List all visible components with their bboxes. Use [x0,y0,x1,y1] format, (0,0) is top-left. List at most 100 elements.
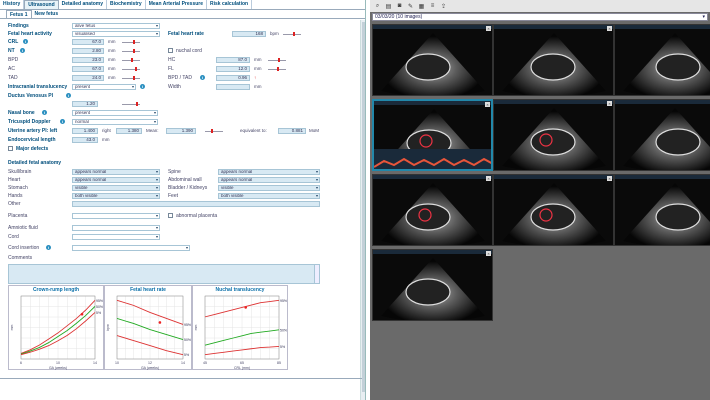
ductus-info-icon[interactable]: i [66,93,71,98]
ultrasound-thumbnail[interactable]: × [493,24,614,96]
hc-slider[interactable] [268,57,286,63]
intracranial-select[interactable]: present [72,84,136,90]
nt-input[interactable]: 2.80 [72,48,104,54]
tad-slider[interactable] [122,75,140,81]
anat-select-3[interactable]: both visible [72,193,160,199]
intracranial-info-icon[interactable]: i [140,84,145,89]
tab-history[interactable]: History [0,0,25,9]
tab-ultrasound[interactable]: Ultrasound [24,0,59,9]
close-icon[interactable]: × [485,102,490,107]
comments-textarea[interactable] [8,264,320,284]
close-icon[interactable]: × [486,251,491,256]
tricuspid-select[interactable]: normal [72,119,158,125]
camera-icon[interactable]: ◙ [396,3,403,9]
endocervical-input[interactable]: 43.0 [72,137,98,143]
crl-input[interactable]: 67.0 [72,39,104,45]
nasal-label: Nasal bone [8,110,35,116]
print-icon[interactable]: ▤ [385,3,392,10]
zoom-icon[interactable]: ⌕ [374,3,381,10]
comments-scrollbar[interactable] [314,265,319,283]
anat-select-0[interactable]: appears normal [72,169,160,175]
ductus-input[interactable]: 1.20 [72,101,98,107]
form-scrollbar[interactable] [360,20,365,400]
scroll-thumb[interactable] [362,22,365,392]
tab-biochemistry[interactable]: Biochemistry [107,0,146,9]
uterine-slider[interactable] [205,128,223,134]
abnormal-placenta-checkbox[interactable] [168,213,173,218]
thumbnail-header [615,175,710,179]
cord-select[interactable] [72,234,160,240]
bpdtad-input[interactable]: 0.96 [216,75,250,81]
study-selector[interactable]: 03/03/20 (10 images) [372,13,708,21]
uterine-right-input[interactable]: 1.380 [116,128,142,134]
close-icon[interactable]: × [607,26,612,31]
ultrasound-thumbnail[interactable]: × [372,24,493,96]
ultrasound-thumbnail[interactable]: × [372,249,493,321]
bpd-slider[interactable] [122,57,140,63]
anat-select-1[interactable]: appears normal [72,177,160,183]
ac-unit: mm [108,66,116,71]
tab-detailed-anatomy[interactable]: Detailed anatomy [59,0,108,9]
ultrasound-thumbnail[interactable]: × [614,174,710,246]
fl-unit: mm [254,66,262,71]
fl-input[interactable]: 12.0 [216,66,250,72]
major-defects-checkbox[interactable] [8,146,13,151]
grid-icon[interactable]: ▦ [418,3,425,10]
nasal-select[interactable]: present [72,110,158,116]
nuchal-cord-checkbox[interactable] [168,48,173,53]
fl-slider[interactable] [268,66,286,72]
crl-slider[interactable] [122,39,140,45]
tab-new-fetus[interactable]: New fetus [32,10,62,18]
tad-input[interactable]: 24.0 [72,75,104,81]
ultrasound-thumbnail[interactable]: × [493,174,614,246]
fhr-slider[interactable] [283,31,301,37]
edit-icon[interactable]: ✎ [407,3,414,10]
nt-slider[interactable] [122,48,140,54]
ultrasound-thumbnail[interactable]: × [493,99,614,171]
width-input[interactable] [216,84,250,90]
tricuspid-info-icon[interactable]: i [60,119,65,124]
fha-select[interactable]: visualised [72,31,160,37]
close-icon[interactable]: × [486,176,491,181]
fetal-shape [405,203,451,231]
nasal-info-icon[interactable]: i [42,110,47,115]
cord-insertion-info-icon[interactable]: i [46,245,51,250]
close-icon[interactable]: × [486,26,491,31]
ac-slider[interactable] [122,66,140,72]
anat-other-input[interactable] [72,201,320,207]
findings-select[interactable]: alive fetus [72,23,160,29]
tab-map[interactable]: Mean Arterial Pressure [146,0,208,9]
nt-info-icon[interactable]: i [20,48,25,53]
ultrasound-image [502,108,606,170]
anat-label-2: Stomach [8,185,28,191]
ultrasound-thumbnail[interactable]: × [614,24,710,96]
series-label: 5% [96,311,101,315]
fhr-input[interactable]: 168 [232,31,266,37]
bpd-input[interactable]: 23.0 [72,57,104,63]
bpdtad-info-icon[interactable]: i [200,75,205,80]
amniotic-select[interactable] [72,225,160,231]
ductus-slider[interactable] [122,101,140,107]
ultrasound-thumbnail[interactable]: × [372,174,493,246]
anat-r-select-3[interactable]: both visible [218,193,320,199]
anat-select-2[interactable]: visible [72,185,160,191]
export-icon[interactable]: ⇪ [440,3,447,10]
anat-r-select-0[interactable]: appears normal [218,169,320,175]
tab-risk[interactable]: Risk calculation [207,0,253,9]
ultrasound-thumbnail[interactable]: × [614,99,710,171]
list-icon[interactable]: ≡ [429,3,436,9]
uterine-left-input[interactable]: 1.400 [72,128,98,134]
cord-insertion-select[interactable] [72,245,190,251]
hc-input[interactable]: 87.0 [216,57,250,63]
ultrasound-thumbnail[interactable]: × [372,99,493,171]
anat-r-select-2[interactable]: visible [218,185,320,191]
tab-fetus-1[interactable]: Fetus 1 [6,10,32,18]
nt-unit: mm [108,48,116,53]
anat-label-3: Hands [8,193,23,199]
ac-input[interactable]: 67.0 [72,66,104,72]
crl-info-icon[interactable]: i [23,39,28,44]
placenta-select[interactable] [72,213,160,219]
close-icon[interactable]: × [607,176,612,181]
close-icon[interactable]: × [607,101,612,106]
anat-r-select-1[interactable]: appears normal [218,177,320,183]
